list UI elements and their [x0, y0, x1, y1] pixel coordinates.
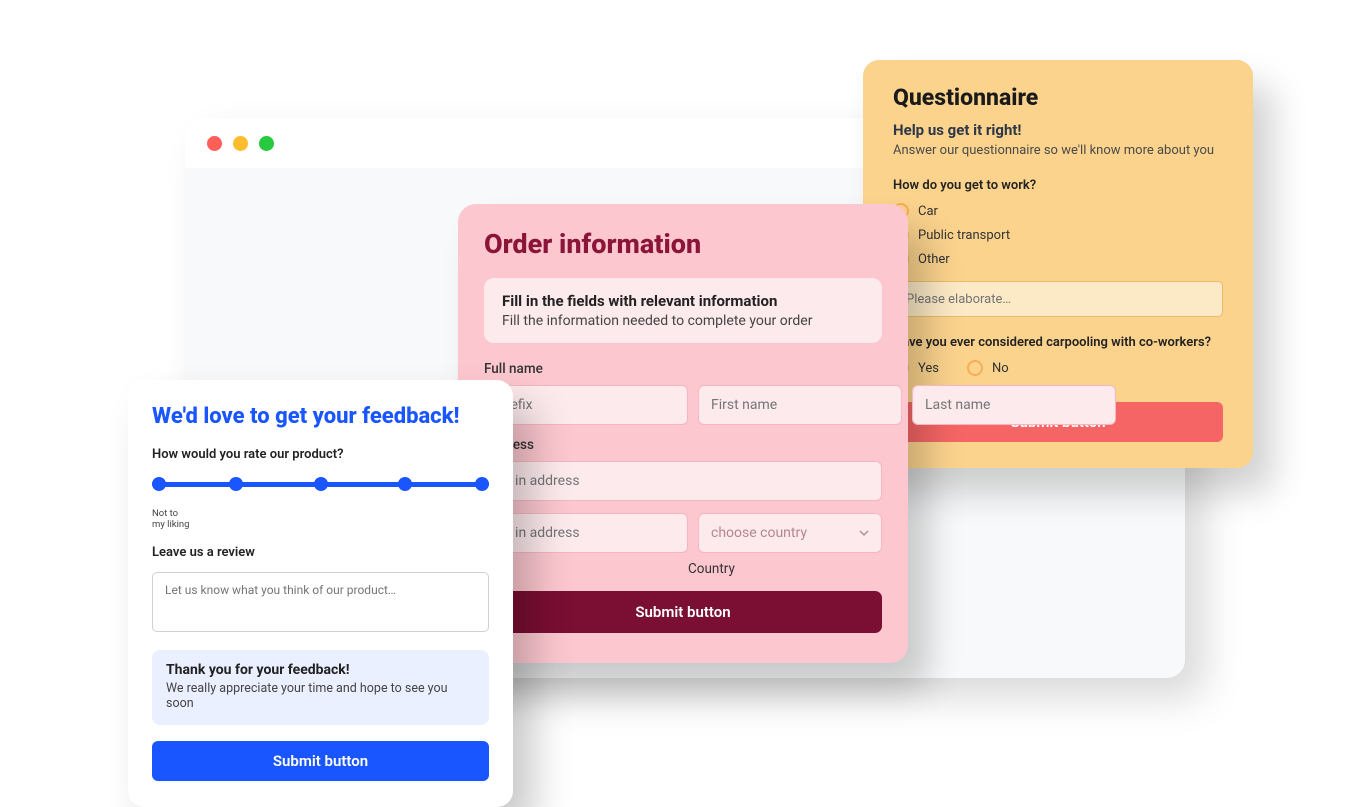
q1-label: How do you get to work?: [893, 178, 1223, 193]
country-placeholder: choose country: [711, 525, 807, 541]
fullname-label: Full name: [484, 361, 882, 377]
order-box-title: Fill in the fields with relevant informa…: [502, 292, 864, 310]
firstname-input[interactable]: [698, 385, 902, 425]
city-sublabel: City: [484, 561, 678, 577]
questionnaire-subtitle: Help us get it right!: [893, 121, 1223, 139]
q1-option-public-label: Public transport: [918, 228, 1010, 243]
lastname-input[interactable]: [912, 385, 1116, 425]
thanks-box: Thank you for your feedback! We really a…: [152, 650, 489, 725]
close-dot-icon[interactable]: [207, 136, 222, 151]
feedback-submit-button[interactable]: Submit button: [152, 741, 489, 781]
order-info-box: Fill in the fields with relevant informa…: [484, 278, 882, 343]
minimize-dot-icon[interactable]: [233, 136, 248, 151]
q1-option-public[interactable]: Public transport: [893, 227, 1223, 243]
q2-label: Have you ever considered carpooling with…: [893, 335, 1223, 350]
order-submit-button[interactable]: Submit button: [484, 591, 882, 633]
slider-min-label: Not to my liking: [152, 508, 489, 531]
q2-yes-label: Yes: [918, 361, 939, 376]
q2-no-label: No: [992, 361, 1009, 376]
slider-stop-icon: [398, 477, 412, 491]
questionnaire-title: Questionnaire: [893, 84, 1223, 111]
country-sublabel: Country: [688, 561, 882, 577]
feedback-title: We'd love to get your feedback!: [152, 404, 489, 429]
feedback-card: We'd love to get your feedback! How woul…: [128, 380, 513, 807]
rate-question: How would you rate our product?: [152, 447, 489, 462]
q1-option-other[interactable]: Other: [893, 251, 1223, 267]
thanks-title: Thank you for your feedback!: [166, 662, 475, 678]
slider-stop-icon: [229, 477, 243, 491]
maximize-dot-icon[interactable]: [259, 136, 274, 151]
rating-slider[interactable]: [152, 474, 489, 504]
address-label: Address: [484, 437, 882, 453]
order-card: Order information Fill in the fields wit…: [458, 204, 908, 663]
radio-icon: [967, 360, 983, 376]
order-title: Order information: [484, 228, 882, 260]
slider-stop-icon: [475, 477, 489, 491]
slider-stop-icon: [152, 477, 166, 491]
city-input[interactable]: [484, 513, 688, 553]
review-label: Leave us a review: [152, 545, 489, 560]
order-box-sub: Fill the information needed to complete …: [502, 313, 864, 329]
q1-option-car[interactable]: Car: [893, 203, 1223, 219]
q1-option-car-label: Car: [918, 204, 938, 219]
address-input[interactable]: [484, 461, 882, 501]
elaborate-input[interactable]: [893, 281, 1223, 317]
country-select[interactable]: choose country: [698, 513, 882, 553]
review-textarea[interactable]: [152, 572, 489, 632]
slider-stop-icon: [314, 477, 328, 491]
questionnaire-description: Answer our questionnaire so we'll know m…: [893, 143, 1223, 158]
q2-option-no[interactable]: No: [967, 360, 1009, 376]
prefix-input[interactable]: [484, 385, 688, 425]
chevron-down-icon: [859, 528, 869, 538]
q1-option-other-label: Other: [918, 252, 950, 267]
thanks-body: We really appreciate your time and hope …: [166, 681, 475, 711]
